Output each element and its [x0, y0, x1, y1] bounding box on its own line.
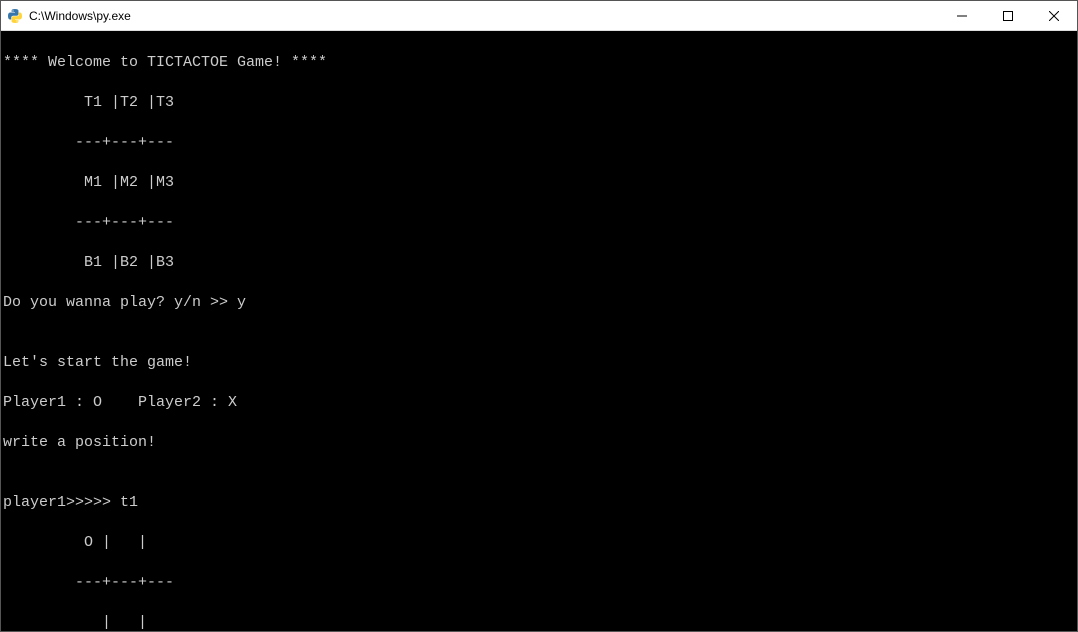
terminal-line: Do you wanna play? y/n >> y [3, 293, 1075, 313]
close-button[interactable] [1031, 1, 1077, 30]
terminal-line: ---+---+--- [3, 213, 1075, 233]
terminal-line: ---+---+--- [3, 133, 1075, 153]
terminal-line: write a position! [3, 433, 1075, 453]
terminal-line: **** Welcome to TICTACTOE Game! **** [3, 53, 1075, 73]
maximize-button[interactable] [985, 1, 1031, 30]
window-title: C:\Windows\py.exe [29, 9, 939, 23]
terminal-line: Let's start the game! [3, 353, 1075, 373]
minimize-button[interactable] [939, 1, 985, 30]
terminal-line: player1>>>>> t1 [3, 493, 1075, 513]
python-icon [7, 8, 23, 24]
title-bar: C:\Windows\py.exe [1, 1, 1077, 31]
terminal-line: M1 |M2 |M3 [3, 173, 1075, 193]
console-window: C:\Windows\py.exe **** Welcome to TICTAC… [0, 0, 1078, 632]
terminal-line: O | | [3, 533, 1075, 553]
terminal-line: | | [3, 613, 1075, 631]
window-controls [939, 1, 1077, 30]
terminal-line: B1 |B2 |B3 [3, 253, 1075, 273]
terminal-line: Player1 : O Player2 : X [3, 393, 1075, 413]
terminal-line: ---+---+--- [3, 573, 1075, 593]
terminal-line: T1 |T2 |T3 [3, 93, 1075, 113]
terminal-output[interactable]: **** Welcome to TICTACTOE Game! **** T1 … [1, 31, 1077, 631]
